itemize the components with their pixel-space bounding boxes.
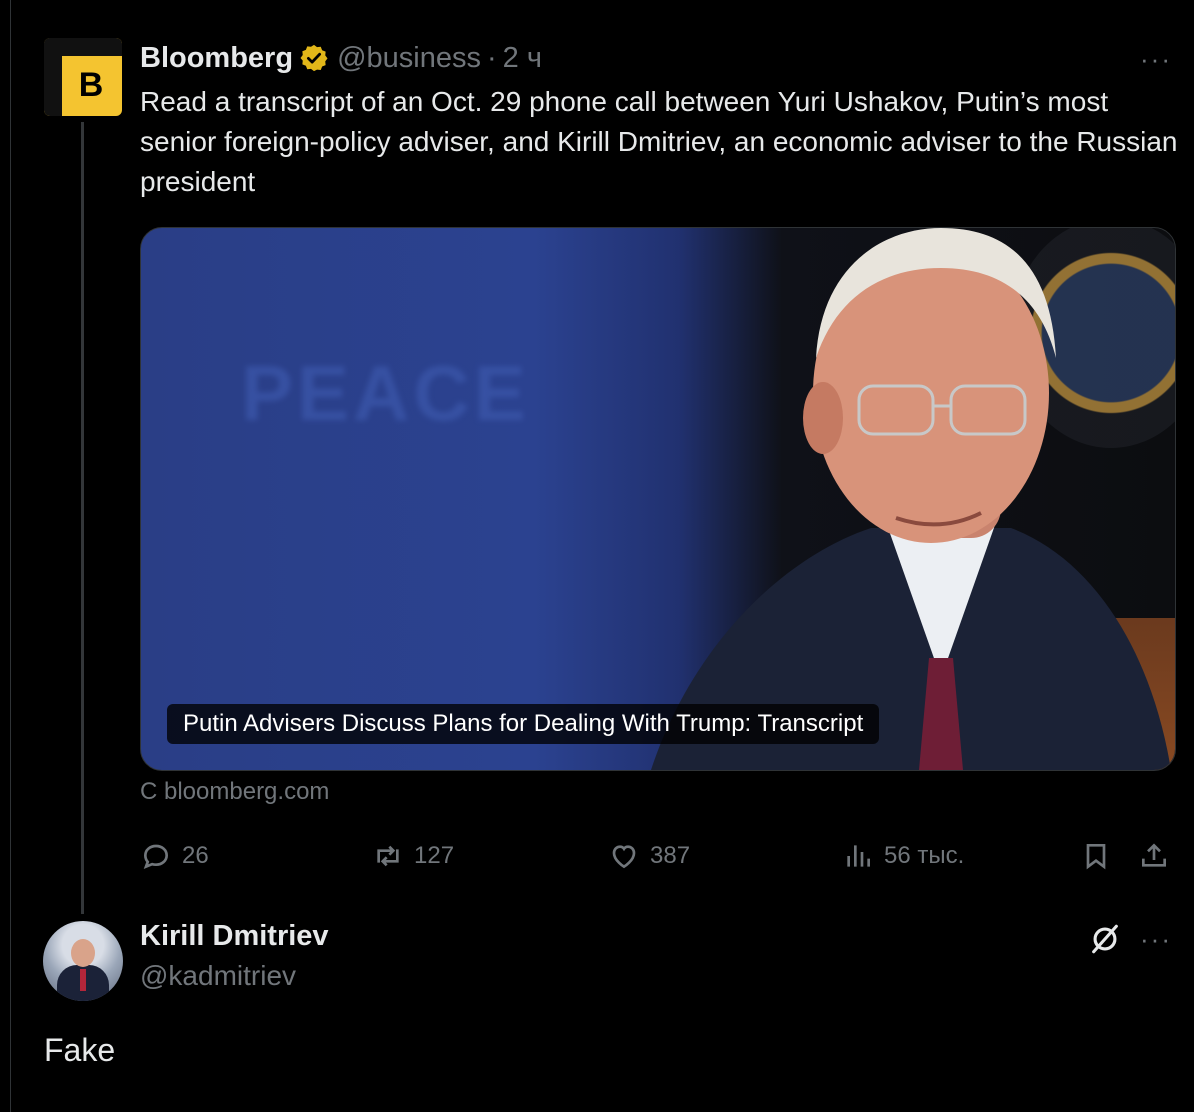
views-count: 56 тыс. (884, 842, 965, 869)
reply-text: Fake (44, 1032, 116, 1068)
views-button[interactable]: 56 тыс. (842, 836, 964, 876)
like-button[interactable]: 387 (608, 836, 690, 876)
bookmark-icon (1086, 844, 1106, 870)
share-button[interactable] (1138, 836, 1170, 876)
repost-icon (377, 845, 399, 867)
timeline-border (10, 0, 11, 1112)
thread-connector-line (81, 122, 84, 914)
like-count: 387 (650, 842, 691, 869)
link-source[interactable]: С bloomberg.com (140, 778, 329, 806)
avatar-letter: B (78, 65, 104, 104)
bloomberg-avatar[interactable]: B (44, 38, 122, 116)
grok-icon[interactable] (1088, 922, 1122, 956)
tweet-text: Read a transcript of an Oct. 29 phone ca… (140, 86, 1178, 197)
kirill-avatar[interactable] (43, 921, 123, 1001)
reply-icon (143, 844, 169, 870)
heart-icon (612, 845, 636, 869)
analytics-icon (847, 845, 870, 867)
repost-count: 127 (414, 842, 455, 869)
card-caption[interactable]: Putin Advisers Discuss Plans for Dealing… (167, 704, 880, 744)
background-banner-text: PEACE (241, 349, 530, 437)
bookmark-button[interactable] (1080, 836, 1112, 876)
avatar-tie (80, 969, 86, 991)
reply-button[interactable]: 26 (140, 836, 209, 876)
reply-more-options-button[interactable]: ··· (1140, 924, 1172, 955)
reply-header-actions: ··· (1088, 922, 1172, 956)
avatar-face (71, 939, 95, 967)
display-name[interactable]: Bloomberg (140, 42, 293, 75)
repost-button[interactable]: 127 (372, 836, 454, 876)
tweet-header: Bloomberg @business · 2 ч (140, 38, 542, 78)
timestamp[interactable]: 2 ч (503, 42, 542, 75)
person-photo (651, 228, 1171, 770)
share-icon (1142, 843, 1166, 867)
handle[interactable]: @business (337, 42, 481, 75)
more-options-button[interactable]: ··· (1140, 44, 1172, 75)
reply-display-name[interactable]: Kirill Dmitriev (140, 920, 329, 953)
dot-separator: · (486, 41, 497, 74)
reply-count: 26 (182, 842, 209, 869)
verified-badge-icon[interactable] (299, 43, 329, 73)
reply-handle[interactable]: @kadmitriev (140, 960, 296, 992)
tweet-actions: 26 127 387 56 тыс. (140, 836, 1180, 876)
link-card-image[interactable]: PEACE Putin Advisers Discuss Plans for D… (140, 227, 1176, 771)
